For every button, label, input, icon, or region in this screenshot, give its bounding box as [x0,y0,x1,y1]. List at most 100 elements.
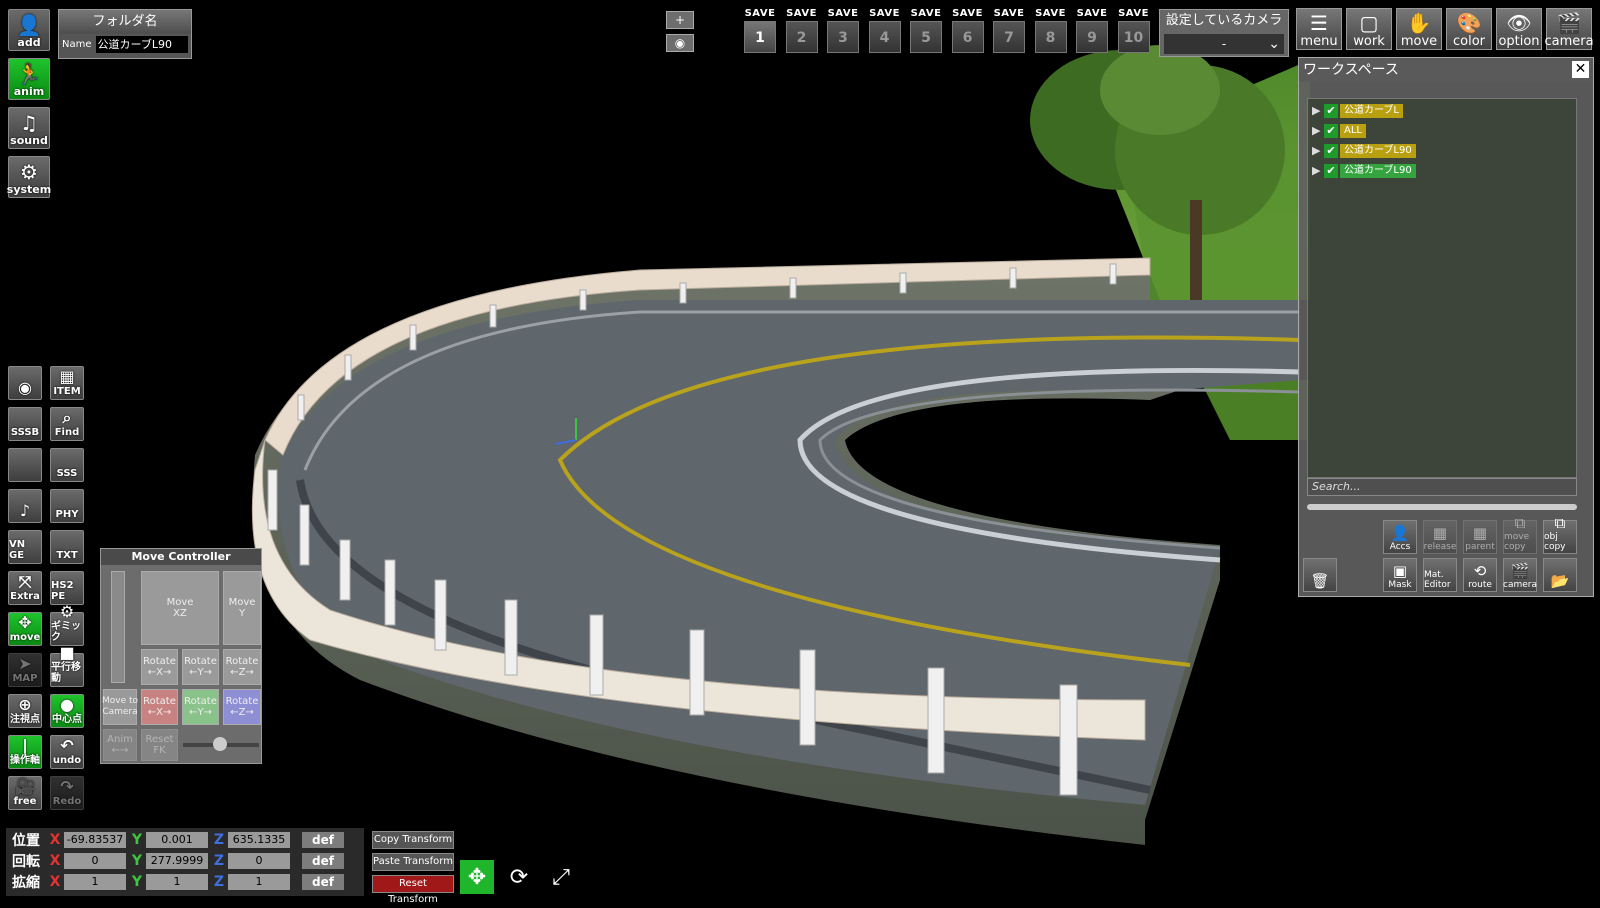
open-folder-button[interactable]: 📂 [1543,558,1577,592]
move-y-pad[interactable]: Move Y [223,571,261,645]
save-slot-10[interactable]: SAVE 10 [1116,8,1152,53]
position-x-field[interactable]: -69.83537 [64,832,126,848]
route-button[interactable]: ⟲ route [1463,558,1497,592]
checkbox-icon[interactable]: ✔ [1324,103,1338,118]
camera-obj-button[interactable]: 🎬 camera [1503,558,1537,592]
vnge-book-button[interactable] [8,448,42,482]
expand-arrow-icon[interactable]: ▶ [1312,144,1324,157]
vnge-sound-button[interactable]: ♪ [8,489,42,523]
free-camera-button[interactable]: 🎥 free [8,776,42,810]
delete-button[interactable]: 🗑 [1303,558,1337,592]
rotate-z-local-button[interactable]: Rotate ←Z→ [223,689,261,725]
rotate-x-button[interactable]: Rotate ←X→ [141,649,178,685]
camera-button[interactable]: 🎬 camera [1544,8,1594,50]
clapperboard-icon[interactable]: 4 [868,21,901,53]
clapperboard-icon[interactable]: 8 [1034,21,1067,53]
camera-select[interactable]: 設定しているカメラ - ⌄ [1159,9,1289,57]
position-z-field[interactable]: 635.1335 [228,832,290,848]
tree-node[interactable]: ▶ ✔ 公道カーブL90 [1312,142,1416,159]
parallel-move-button[interactable]: ■ 平行移動 [50,644,84,687]
clapperboard-icon[interactable]: 9 [1076,21,1108,53]
rotation-z-field[interactable]: 0 [228,853,290,869]
txt-button[interactable]: TXT [50,530,84,564]
clapperboard-icon[interactable]: 1 [744,21,776,53]
add-button[interactable]: 👤 add [8,9,50,51]
mat-editor-button[interactable]: Mat. Editor [1423,558,1457,592]
save-label[interactable]: SAVE [867,8,903,19]
system-button[interactable]: ⚙ system [7,156,51,198]
clapperboard-icon[interactable]: 10 [1117,21,1150,53]
rotate-y-button[interactable]: Rotate ←Y→ [182,649,219,685]
color-button[interactable]: 🎨 color [1446,8,1492,50]
move-mode-icon[interactable]: ✥ [460,860,494,894]
save-label[interactable]: SAVE [1116,8,1152,19]
reset-transform-button[interactable]: Reset Transform [372,875,454,905]
folder-name-input[interactable]: 公道カーブL90 [95,36,188,53]
save-label[interactable]: SAVE [991,8,1027,19]
tree-node[interactable]: ▶ ✔ 公道カーブL [1312,102,1403,119]
obj-copy-button[interactable]: ⧉ obj copy [1543,514,1577,554]
checkbox-icon[interactable]: ✔ [1324,163,1338,178]
expand-arrow-icon[interactable]: ▶ [1312,164,1324,177]
save-label[interactable]: SAVE [908,8,944,19]
menu-button[interactable]: ☰ menu [1296,8,1342,50]
copy-transform-button[interactable]: Copy Transform [372,831,454,849]
checkbox-icon[interactable]: ✔ [1324,123,1338,138]
scale-x-field[interactable]: 1 [64,874,126,890]
save-label[interactable]: SAVE [784,8,820,19]
option-button[interactable]: 👁 option [1496,8,1542,50]
rotate-z-button[interactable]: Rotate ←Z→ [223,649,261,685]
expand-arrow-icon[interactable]: ▶ [1312,124,1324,137]
clapperboard-icon[interactable]: 3 [827,21,859,53]
add-view-button[interactable]: + [666,11,694,29]
workspace-tree[interactable]: ▶ ✔ 公道カーブL ▶ ✔ ALL ▶ ✔ 公道カーブL90 ▶ ✔ 公道カー… [1307,98,1577,478]
gimmick-button[interactable]: ⚙ ギミック [50,603,84,646]
close-icon[interactable]: ✕ [1572,61,1589,78]
redo-button[interactable]: ↷ Redo [50,776,84,810]
clapperboard-icon[interactable]: 6 [951,21,984,53]
extra-button[interactable]: ⤧ Extra [8,571,42,605]
rotation-def-button[interactable]: def [302,853,344,869]
position-y-field[interactable]: 0.001 [146,832,208,848]
undo-button[interactable]: ↶ undo [50,735,84,769]
save-slot-3[interactable]: SAVE 3 [825,8,861,53]
sss-button[interactable]: SSS [50,448,84,482]
move-copy-button[interactable]: ⧉ move copy [1503,514,1537,554]
save-slot-8[interactable]: SAVE 8 [1033,8,1069,53]
scale-y-field[interactable]: 1 [146,874,208,890]
sound-button[interactable]: ♫ sound [8,107,50,149]
save-label[interactable]: SAVE [1074,8,1110,19]
move-xz-pad[interactable]: Move XZ [141,571,219,645]
axis-button[interactable]: | 操作軸 [8,735,42,769]
save-slot-4[interactable]: SAVE 4 [867,8,903,53]
save-slot-6[interactable]: SAVE 6 [950,8,986,53]
work-button[interactable]: ▢ work [1346,8,1392,50]
speed-slider[interactable] [111,571,125,683]
save-slot-9[interactable]: SAVE 9 [1074,8,1110,53]
horizontal-scrollbar[interactable] [1307,504,1577,510]
save-label[interactable]: SAVE [825,8,861,19]
save-slot-5[interactable]: SAVE 5 [908,8,944,53]
vnge-button[interactable]: VN GE [8,530,42,564]
scale-def-button[interactable]: def [302,874,344,890]
clapperboard-icon[interactable]: 7 [993,21,1025,53]
anim-button[interactable]: Anim ←→ [103,729,137,761]
search-input[interactable]: Search... [1307,478,1577,496]
rotate-x-local-button[interactable]: Rotate ←X→ [141,689,178,725]
scale-z-field[interactable]: 1 [228,874,290,890]
reset-fk-button[interactable]: Reset FK [141,729,178,761]
phy-button[interactable]: PHY [50,489,84,523]
center-point-button[interactable]: ● 中心点 [50,694,84,728]
save-label[interactable]: SAVE [742,8,778,19]
save-label[interactable]: SAVE [1033,8,1069,19]
eye-icon[interactable]: ◉ [666,34,694,52]
move-button[interactable]: ✋ move [1396,8,1442,50]
parent-button[interactable]: ▦ parent [1463,520,1497,554]
position-def-button[interactable]: def [302,832,344,848]
rotation-x-field[interactable]: 0 [64,853,126,869]
clapperboard-icon[interactable]: 2 [785,21,818,53]
map-button[interactable]: ➤ MAP [8,653,42,687]
tree-node[interactable]: ▶ ✔ 公道カーブL90 [1312,162,1416,179]
focus-point-button[interactable]: ⊕ 注視点 [8,694,42,728]
clapperboard-icon[interactable]: 5 [910,21,942,53]
